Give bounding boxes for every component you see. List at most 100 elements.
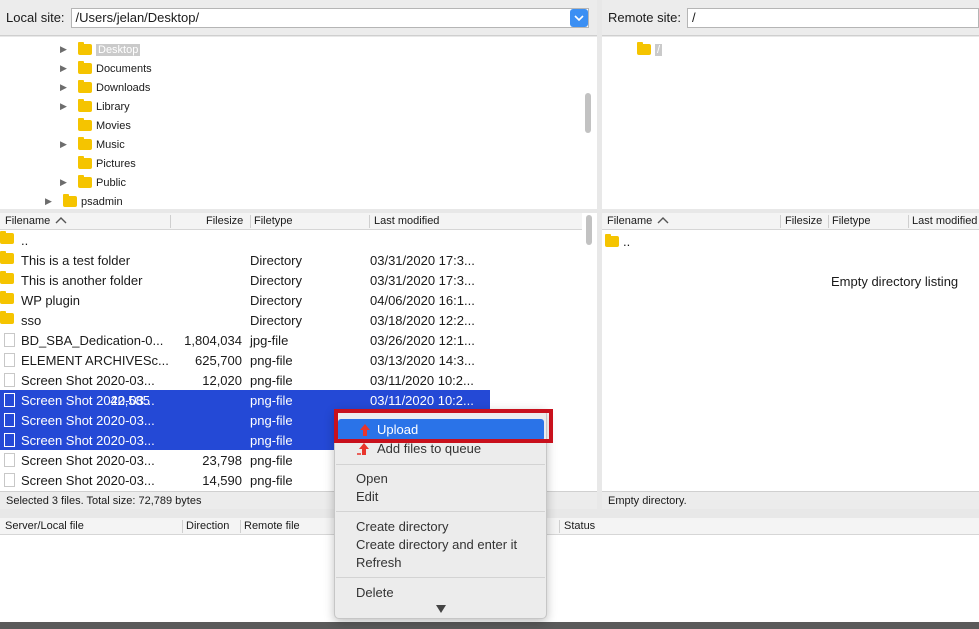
file-icon [4, 333, 15, 347]
expand-arrow-icon[interactable]: ▶ [60, 140, 68, 149]
expand-arrow-icon[interactable]: ▶ [60, 102, 68, 111]
local-status-text: Selected 3 files. Total size: 72,789 byt… [6, 495, 202, 507]
local-site-bar: Local site: /Users/jelan/Desktop/ [0, 0, 597, 36]
table-row[interactable]: Screen Shot 2020-03...17,048png-file [0, 410, 336, 430]
cell-size: 625,700 [195, 353, 242, 368]
local-tree-item-label: Library [96, 100, 130, 113]
menu-separator [336, 511, 545, 512]
folder-icon [78, 61, 92, 74]
menu-separator [336, 577, 545, 578]
cell-modified: 03/31/2020 17:3... [370, 253, 475, 268]
cell-name: sso [21, 313, 42, 328]
cell-modified: 03/13/2020 14:3... [370, 353, 475, 368]
remote-site-label: Remote site: [608, 10, 681, 25]
menu-separator [336, 464, 545, 465]
sort-ascending-icon [55, 217, 67, 224]
local-site-path-input[interactable]: /Users/jelan/Desktop/ [70, 7, 589, 28]
remote-tree-root-label: / [655, 43, 663, 56]
remote-col-filetype[interactable]: Filetype [832, 215, 871, 227]
col-filename-label: Filename [5, 215, 51, 227]
cell-type: Directory [250, 293, 303, 308]
local-tree-item-label: Documents [96, 62, 152, 75]
menu-item-delete[interactable]: Delete [356, 585, 394, 600]
table-row[interactable]: Screen Shot 2020-03... 12,020 png-file 03/1… [0, 370, 582, 390]
cell-type: png-file [250, 433, 293, 448]
expand-arrow-icon[interactable]: ▶ [60, 178, 68, 187]
cell-name: WP plugin [21, 293, 81, 308]
local-tree-item-label: Pictures [96, 157, 136, 170]
col-last-modified[interactable]: Last modified [374, 215, 439, 227]
remote-status-bar: Empty directory. [602, 491, 979, 509]
cell-type: png-file [250, 393, 293, 408]
cell-modified: 03/11/2020 10:2... [370, 393, 474, 408]
table-row[interactable]: sso Directory 03/18/2020 12:2... [0, 310, 582, 330]
folder-icon [78, 99, 92, 112]
queue-col-status[interactable]: Status [564, 520, 595, 532]
file-icon [4, 393, 15, 407]
file-icon [4, 473, 15, 487]
col-filename[interactable]: Filename [5, 215, 67, 227]
local-tree-item[interactable]: ▶ Documents [60, 59, 152, 78]
menu-item-edit[interactable]: Edit [356, 489, 378, 504]
cell-size: 23,798 [202, 453, 242, 468]
remote-col-filesize[interactable]: Filesize [785, 215, 822, 227]
table-row[interactable]: This is a test folder Directory 03/31/2020… [0, 250, 582, 270]
col-filetype[interactable]: Filetype [254, 215, 293, 227]
remote-file-row-parent[interactable]: .. [602, 231, 979, 251]
folder-icon [0, 231, 14, 244]
cell-type: Directory [250, 273, 303, 288]
chevron-down-icon [573, 14, 584, 21]
table-row[interactable]: Screen Shot 2020-03...13,156png-file [0, 430, 336, 450]
menu-item-refresh[interactable]: Refresh [356, 555, 402, 570]
local-site-dropdown-button[interactable] [569, 8, 588, 27]
cell-name: Screen Shot 2020-03... [21, 453, 155, 468]
remote-site-path-input[interactable]: / [686, 7, 979, 28]
local-tree-item[interactable]: ▶ psadmin [45, 192, 123, 209]
expand-arrow-icon[interactable]: ▶ [60, 45, 68, 54]
queue-col-direction[interactable]: Direction [186, 520, 229, 532]
queue-col-remote-file[interactable]: Remote file [244, 520, 300, 532]
table-row[interactable]: WP plugin Directory 04/06/2020 16:1... [0, 290, 582, 310]
folder-icon [78, 175, 92, 188]
remote-site-bar: Remote site: / [602, 0, 979, 36]
menu-item-open[interactable]: Open [356, 471, 388, 486]
local-list-scrollbar[interactable] [586, 215, 592, 245]
expand-arrow-icon[interactable]: ▶ [60, 83, 68, 92]
local-tree-item-label: psadmin [81, 195, 123, 208]
local-tree-item[interactable]: ▶ Public [60, 173, 126, 192]
cell-modified: 03/11/2020 10:2... [370, 373, 474, 388]
remote-tree-item-root[interactable]: / [637, 40, 663, 59]
folder-icon [78, 118, 92, 131]
folder-icon [0, 311, 14, 324]
queue-col-server-local[interactable]: Server/Local file [5, 520, 84, 532]
table-row[interactable]: Screen Shot 2020-03... 42,585 png-file 03/1… [0, 390, 490, 410]
cell-modified: 03/18/2020 12:2... [370, 313, 475, 328]
table-row[interactable]: ELEMENT ARCHIVESc... 625,700 png-file 03/13… [0, 350, 582, 370]
cell-type: png-file [250, 453, 293, 468]
menu-scroll-down-icon[interactable] [436, 605, 446, 613]
local-tree-item[interactable]: ▶ Music [60, 135, 125, 154]
local-tree-item[interactable]: Pictures [60, 154, 136, 173]
remote-col-last-modified[interactable]: Last modified [912, 215, 977, 227]
cell-name: Screen Shot 2020-03... [21, 373, 155, 388]
cell-type: jpg-file [250, 333, 289, 348]
expand-arrow-icon[interactable]: ▶ [60, 64, 68, 73]
local-tree-scrollbar[interactable] [585, 93, 591, 133]
local-tree-item[interactable]: ▶ Downloads [60, 78, 150, 97]
folder-icon [63, 194, 77, 207]
expand-arrow-icon[interactable]: ▶ [45, 197, 53, 206]
cell-name: Screen Shot 2020-03... [21, 473, 155, 488]
table-row[interactable]: This is another folder Directory 03/31/202… [0, 270, 582, 290]
menu-item-create-directory[interactable]: Create directory [356, 519, 448, 534]
remote-col-filename[interactable]: Filename [607, 215, 669, 227]
file-icon [4, 433, 15, 447]
table-row[interactable]: BD_SBA_Dedication-0... 1,804,034 jpg-file 0… [0, 330, 582, 350]
local-site-path: /Users/jelan/Desktop/ [75, 9, 200, 25]
menu-item-create-directory-and-enter[interactable]: Create directory and enter it [356, 537, 517, 552]
table-row[interactable]: .. [0, 230, 582, 250]
upload-annotation-box [334, 409, 553, 443]
local-tree-item[interactable]: ▶ Library [60, 97, 130, 116]
local-tree-item[interactable]: Movies [60, 116, 131, 135]
local-tree-item[interactable]: ▶ Desktop [60, 40, 141, 59]
col-filesize[interactable]: Filesize [206, 215, 243, 227]
